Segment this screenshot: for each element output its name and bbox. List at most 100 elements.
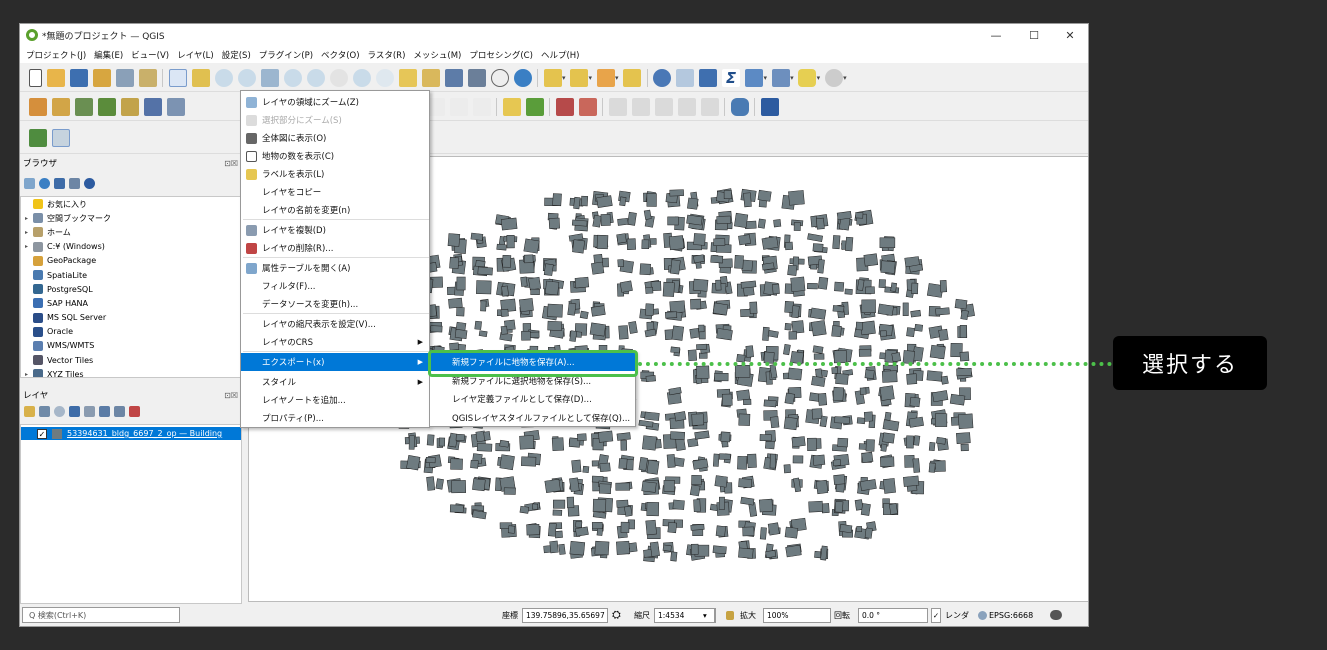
digitize-icon[interactable]: [97, 97, 116, 116]
temporal-controller-icon[interactable]: [490, 68, 509, 87]
new-map-view-icon[interactable]: [398, 68, 417, 87]
layer-styling-icon[interactable]: [24, 406, 35, 417]
expand-arrow-icon[interactable]: ▸: [25, 229, 33, 236]
rotate-label-icon[interactable]: [631, 97, 650, 116]
expand-arrow-icon[interactable]: ▸: [25, 243, 33, 250]
data-source-manager-icon[interactable]: [28, 97, 47, 116]
context-menu-item[interactable]: プロパティ(P)...: [241, 409, 429, 427]
minimize-button[interactable]: —: [978, 24, 1014, 46]
magnifier-field[interactable]: 100%: [763, 607, 831, 623]
pan-to-selection-icon[interactable]: [191, 68, 210, 87]
save-project-icon[interactable]: [69, 68, 88, 87]
change-label-icon[interactable]: [654, 97, 673, 116]
menu-processing[interactable]: プロセシング(C): [467, 49, 539, 61]
zoom-last-icon[interactable]: [352, 68, 371, 87]
browser-item[interactable]: ▸ C:¥ (Windows): [21, 240, 241, 254]
zoom-native-icon[interactable]: [329, 68, 348, 87]
zoom-in-icon[interactable]: [214, 68, 233, 87]
expression-filter-icon[interactable]: [84, 406, 95, 417]
new-project-icon[interactable]: [28, 68, 42, 87]
context-menu-item[interactable]: 地物の数を表示(C): [241, 147, 429, 165]
browser-properties-icon[interactable]: [84, 178, 95, 189]
context-menu-item[interactable]: レイヤの名前を変更(n): [241, 201, 429, 219]
coordinate-field[interactable]: 139.75896,35.65697: [522, 607, 608, 623]
help-icon[interactable]: [760, 97, 779, 116]
context-menu-item[interactable]: レイヤノートを追加...: [241, 391, 429, 409]
layers-panel-close-icon[interactable]: ⊡☒: [224, 391, 238, 400]
add-mesh-layer-icon[interactable]: [166, 97, 185, 116]
menu-project[interactable]: プロジェクト(J): [24, 49, 92, 61]
context-menu-item[interactable]: ラベルを表示(L): [241, 165, 429, 183]
browser-item[interactable]: Oracle: [21, 325, 241, 339]
context-menu-item[interactable]: 属性テーブルを開く(A): [241, 259, 429, 277]
filter-browser-icon[interactable]: [54, 178, 65, 189]
expand-arrow-icon[interactable]: ▸: [25, 371, 33, 377]
zoom-selection-icon[interactable]: [283, 68, 302, 87]
add-selected-layers-icon[interactable]: [24, 178, 35, 189]
visibility-icon[interactable]: [54, 406, 65, 417]
browser-item[interactable]: ▸ 空間ブックマーク: [21, 211, 241, 225]
refresh-browser-icon[interactable]: [39, 178, 50, 189]
context-menu-item[interactable]: 全体図に表示(O): [241, 129, 429, 147]
new-print-layout-icon[interactable]: [92, 68, 111, 87]
locator-search-input[interactable]: Q 検索(Ctrl+K): [22, 607, 180, 623]
browser-item[interactable]: GeoPackage: [21, 254, 241, 268]
menu-help[interactable]: ヘルプ(H): [539, 49, 586, 61]
add-vector-layer-icon[interactable]: [74, 97, 93, 116]
export-submenu-item[interactable]: QGISレイヤスタイルファイルとして保存(Q)...: [430, 409, 635, 427]
deselect-icon[interactable]: [596, 68, 615, 87]
toggle-extents-icon[interactable]: ⛭: [612, 608, 621, 622]
change-diagram-icon[interactable]: [700, 97, 719, 116]
scale-dropdown-icon[interactable]: ▾: [701, 607, 715, 623]
layout-manager-icon[interactable]: [115, 68, 134, 87]
context-menu-item[interactable]: エクスポート(x) ▶: [241, 353, 429, 371]
map-tips-icon[interactable]: [798, 68, 817, 87]
browser-item[interactable]: WMS/WMTS: [21, 339, 241, 353]
expand-arrow-icon[interactable]: ▸: [25, 215, 33, 222]
add-raster-layer-icon[interactable]: [143, 97, 162, 116]
menu-raster[interactable]: ラスタ(R): [366, 49, 412, 61]
menu-plugins[interactable]: プラグイン(P): [257, 49, 319, 61]
undo-icon[interactable]: [449, 97, 468, 116]
python-console-icon[interactable]: [730, 97, 749, 116]
close-button[interactable]: ✕: [1052, 24, 1088, 46]
plugin-tool-icon[interactable]: [51, 128, 70, 147]
context-menu-item[interactable]: レイヤの領域にズーム(Z): [241, 93, 429, 111]
select-by-value-icon[interactable]: [570, 68, 589, 87]
show-hide-label-icon[interactable]: [578, 97, 597, 116]
maximize-button[interactable]: ☐: [1016, 24, 1052, 46]
browser-item[interactable]: PostgreSQL: [21, 282, 241, 296]
identify-icon[interactable]: [653, 68, 672, 87]
locator-icon[interactable]: [824, 68, 843, 87]
zoom-full-icon[interactable]: [260, 68, 279, 87]
crs-globe-icon[interactable]: [978, 610, 987, 620]
browser-item[interactable]: SAP HANA: [21, 296, 241, 310]
statistics-sigma-icon[interactable]: Σ: [722, 68, 741, 87]
label-tool-icon[interactable]: [502, 97, 521, 116]
move-label-icon[interactable]: [608, 97, 627, 116]
menu-vector[interactable]: ベクタ(O): [319, 49, 365, 61]
context-menu-item[interactable]: 選択部分にズーム(S): [241, 111, 429, 129]
rotate-diagram-icon[interactable]: [677, 97, 696, 116]
collapse-all-icon[interactable]: [69, 178, 80, 189]
zoom-next-icon[interactable]: [375, 68, 394, 87]
remove-layer-icon[interactable]: [129, 406, 140, 417]
context-menu-item[interactable]: データソースを変更(h)...: [241, 295, 429, 313]
measure-icon[interactable]: [745, 68, 764, 87]
menu-view[interactable]: ビュー(V): [129, 49, 175, 61]
messages-icon[interactable]: [1050, 610, 1062, 620]
open-project-icon[interactable]: [46, 68, 65, 87]
annotation-icon[interactable]: [771, 68, 790, 87]
add-group-icon[interactable]: [39, 406, 50, 417]
pin-label-icon[interactable]: [555, 97, 574, 116]
browser-item[interactable]: SpatiaLite: [21, 268, 241, 282]
panel-close-icon[interactable]: ⊡☒: [224, 159, 238, 168]
export-submenu-item[interactable]: レイヤ定義ファイルとして保存(D)...: [430, 390, 635, 408]
context-menu-item[interactable]: スタイル ▶: [241, 373, 429, 391]
toolbox-gear-icon[interactable]: [699, 68, 718, 87]
context-menu-item[interactable]: レイヤのCRS ▶: [241, 333, 429, 351]
collapse-layers-icon[interactable]: [114, 406, 125, 417]
context-menu-item[interactable]: フィルタ(F)...: [241, 277, 429, 295]
expand-all-icon[interactable]: [99, 406, 110, 417]
menu-mesh[interactable]: メッシュ(M): [411, 49, 467, 61]
